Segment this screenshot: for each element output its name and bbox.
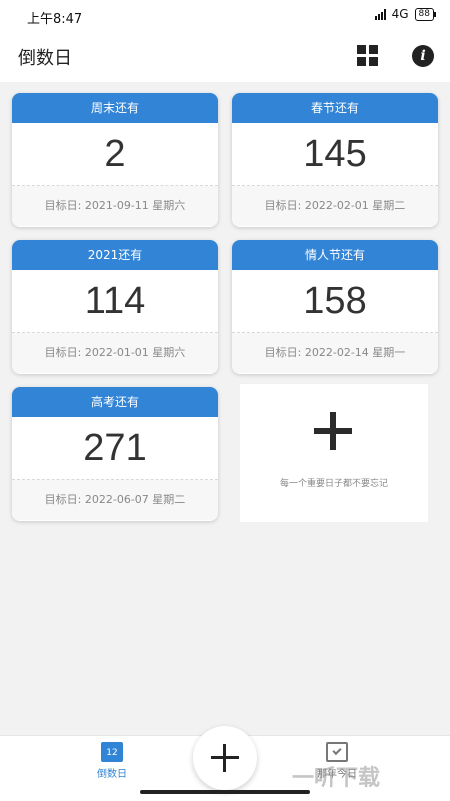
calendar-check-icon (326, 742, 348, 762)
watermark: 一听下载 (292, 766, 381, 791)
tab-label: 倒数日 (97, 769, 127, 780)
card-title: 周末还有 (12, 93, 218, 123)
countdown-card[interactable]: 情人节还有 158 目标日: 2022-02-14 星期一 (232, 240, 438, 374)
app-bar: 倒数日 i (0, 32, 450, 82)
card-title: 高考还有 (12, 387, 218, 417)
add-card-hint: 每一个重要日子都不要忘记 (279, 479, 388, 489)
card-days: 2 (104, 133, 126, 175)
card-days: 145 (303, 133, 367, 175)
card-days: 158 (303, 280, 367, 322)
card-target-date: 目标日: 2022-02-14 星期一 (232, 333, 438, 373)
add-button[interactable] (193, 726, 257, 790)
card-title: 情人节还有 (232, 240, 438, 270)
plus-icon (314, 412, 354, 452)
card-days: 114 (84, 280, 146, 322)
battery-icon: 88 (414, 7, 437, 21)
card-days: 271 (83, 427, 147, 469)
card-target-date: 目标日: 2022-02-01 星期二 (232, 186, 438, 226)
network-type: 4G (391, 7, 409, 21)
countdown-card[interactable]: 周末还有 2 目标日: 2021-09-11 星期六 (12, 93, 218, 227)
home-indicator[interactable] (140, 790, 310, 794)
status-indicators: 4G 88 (374, 7, 437, 21)
info-icon[interactable]: i (412, 45, 434, 67)
card-target-date: 目标日: 2022-06-07 星期二 (12, 480, 218, 520)
calendar-icon: 12 (101, 742, 123, 762)
tab-countdown[interactable]: 12 倒数日 (82, 742, 142, 780)
add-countdown-card[interactable]: 每一个重要日子都不要忘记 (240, 384, 428, 522)
card-title: 春节还有 (232, 93, 438, 123)
card-target-date: 目标日: 2022-01-01 星期六 (12, 333, 218, 373)
countdown-card[interactable]: 高考还有 271 目标日: 2022-06-07 星期二 (12, 387, 218, 521)
status-time: 上午8:47 (27, 12, 83, 27)
grid-view-icon[interactable] (357, 45, 379, 67)
status-bar: 上午8:47 4G 88 (0, 0, 450, 32)
card-target-date: 目标日: 2021-09-11 星期六 (12, 186, 218, 226)
card-title: 2021还有 (12, 240, 218, 270)
countdown-card[interactable]: 2021还有 114 目标日: 2022-01-01 星期六 (12, 240, 218, 374)
signal-icon (374, 8, 386, 20)
page-title: 倒数日 (18, 48, 72, 69)
countdown-card[interactable]: 春节还有 145 目标日: 2022-02-01 星期二 (232, 93, 438, 227)
